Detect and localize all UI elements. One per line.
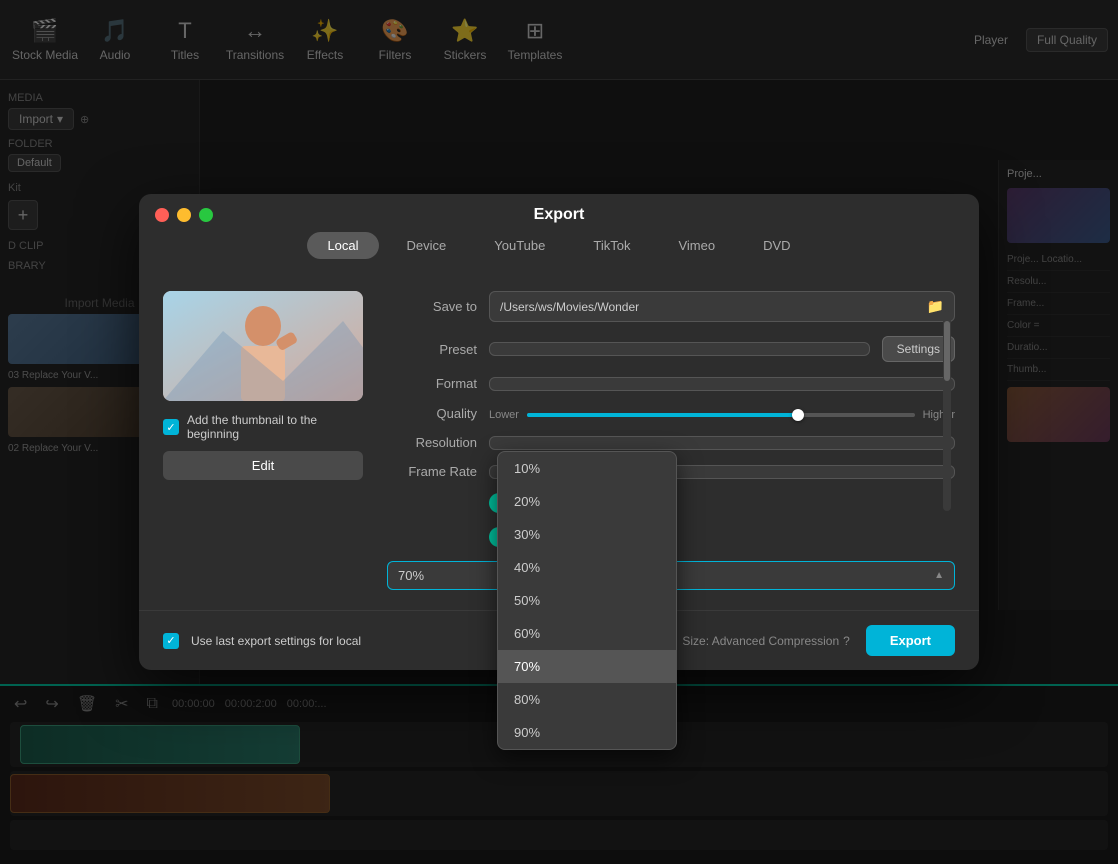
traffic-lights — [155, 208, 213, 222]
quality-option-70[interactable]: 70% — [498, 650, 676, 683]
tab-youtube[interactable]: YouTube — [474, 232, 565, 259]
tab-tiktok[interactable]: TikTok — [573, 232, 650, 259]
quality-row: Quality Lower Higher — [387, 405, 955, 421]
dialog-right-panel: Save to /Users/ws/Movies/Wonder 📁 Preset… — [387, 291, 955, 590]
chevron-up-icon: ▲ — [934, 570, 944, 581]
preset-label: Preset — [387, 342, 477, 357]
save-to-input[interactable]: /Users/ws/Movies/Wonder 📁 — [489, 291, 955, 322]
add-thumbnail-label: Add the thumbnail to the beginning — [187, 413, 363, 441]
size-text-wrapper: Size: Advanced Compression ? — [682, 634, 849, 648]
use-last-settings-checkbox[interactable]: ✓ — [163, 633, 179, 649]
quality-option-10[interactable]: 10% — [498, 452, 676, 485]
quality-option-40[interactable]: 40% — [498, 551, 676, 584]
edit-button[interactable]: Edit — [163, 451, 363, 480]
export-button[interactable]: Export — [866, 625, 955, 656]
dialog-tabs: Local Device YouTube TikTok Vimeo DVD — [139, 232, 979, 275]
quality-dropdown-popup: 10% 20% 30% 40% 50% 60% 70% 80% 90% — [497, 451, 677, 750]
minimize-button[interactable] — [177, 208, 191, 222]
folder-icon[interactable]: 📁 — [927, 298, 944, 315]
quality-option-50[interactable]: 50% — [498, 584, 676, 617]
save-to-label: Save to — [387, 299, 477, 314]
quality-option-80[interactable]: 80% — [498, 683, 676, 716]
tab-device[interactable]: Device — [387, 232, 467, 259]
save-to-row: Save to /Users/ws/Movies/Wonder 📁 — [387, 291, 955, 322]
quality-slider[interactable] — [527, 413, 915, 417]
resolution-input[interactable] — [489, 436, 955, 450]
quality-selected-value: 70% — [398, 568, 424, 583]
dialog-scrollbar-thumb — [944, 321, 950, 381]
size-text: Size: Advanced Compression — [682, 634, 839, 648]
tab-dvd[interactable]: DVD — [743, 232, 810, 259]
quality-option-90[interactable]: 90% — [498, 716, 676, 749]
preset-row: Preset Settings — [387, 336, 955, 362]
dialog-titlebar: Export — [139, 194, 979, 232]
add-thumbnail-row: ✓ Add the thumbnail to the beginning — [163, 413, 363, 441]
slider-lower-label: Lower — [489, 409, 519, 421]
size-info-icon[interactable]: ? — [843, 634, 850, 648]
frame-rate-label: Frame Rate — [387, 464, 477, 479]
preview-thumbnail — [163, 291, 363, 401]
tab-local[interactable]: Local — [307, 232, 378, 259]
close-button[interactable] — [155, 208, 169, 222]
maximize-button[interactable] — [199, 208, 213, 222]
quality-slider-row: Lower Higher — [489, 409, 955, 421]
dialog-title: Export — [534, 206, 585, 224]
quality-option-30[interactable]: 30% — [498, 518, 676, 551]
format-label: Format — [387, 376, 477, 391]
dialog-left-panel: ✓ Add the thumbnail to the beginning Edi… — [163, 291, 363, 590]
dialog-content: ✓ Add the thumbnail to the beginning Edi… — [139, 275, 979, 610]
preset-input[interactable] — [489, 342, 870, 356]
use-last-settings-label: Use last export settings for local — [191, 634, 361, 648]
export-dialog: Export Local Device YouTube TikTok Vimeo… — [139, 194, 979, 670]
format-row: Format — [387, 376, 955, 391]
dialog-scrollbar[interactable] — [943, 311, 951, 511]
quality-option-60[interactable]: 60% — [498, 617, 676, 650]
resolution-label: Resolution — [387, 435, 477, 450]
resolution-row: Resolution — [387, 435, 955, 450]
quality-label: Quality — [387, 406, 477, 421]
format-input[interactable] — [489, 377, 955, 391]
tab-vimeo[interactable]: Vimeo — [658, 232, 735, 259]
quality-option-20[interactable]: 20% — [498, 485, 676, 518]
dialog-overlay: Export Local Device YouTube TikTok Vimeo… — [0, 0, 1118, 864]
save-to-value: /Users/ws/Movies/Wonder — [500, 300, 639, 314]
add-thumbnail-checkbox[interactable]: ✓ — [163, 419, 179, 435]
